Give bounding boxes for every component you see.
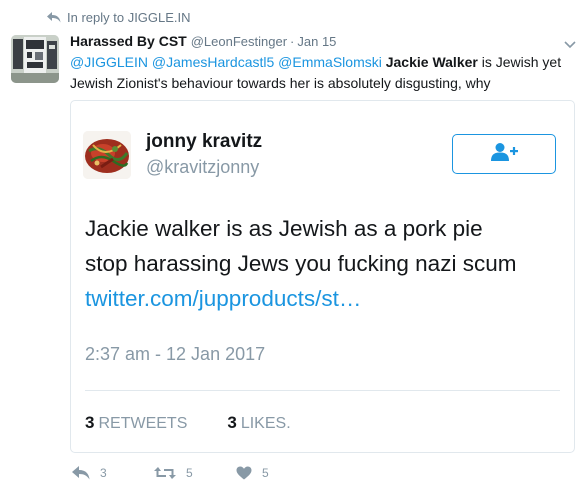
quoted-text-line: Jackie walker is as Jewish as a pork pie (85, 216, 483, 241)
separator: · (290, 34, 295, 49)
add-user-icon (489, 142, 519, 167)
author-name[interactable]: Harassed By CST (70, 33, 187, 49)
reply-button[interactable]: 3 (72, 466, 154, 480)
retweet-button[interactable]: 5 (154, 466, 236, 480)
quoted-avatar[interactable] (83, 131, 131, 179)
tweet-text-line1-rest: is Jewish yet (477, 54, 562, 70)
quoted-author-name[interactable]: jonny kravitz (146, 131, 262, 153)
mention-link[interactable]: @EmmaSlomski (278, 54, 382, 70)
retweet-icon (154, 466, 176, 480)
retweets-stat[interactable]: 3 RETWEETS (85, 413, 187, 433)
reply-icon (72, 466, 90, 480)
reply-arrow-icon (47, 12, 61, 23)
quoted-author-handle[interactable]: @kravitzjonny (146, 157, 259, 178)
tweet-text-line2: Jewish Zionist's behaviour towards her i… (70, 75, 491, 91)
tweet-text: @JIGGLEIN @JamesHardcastl5 @EmmaSlomski … (70, 52, 575, 94)
likes-label: LIKES. (240, 415, 291, 432)
quoted-stats: 3 RETWEETS 3 LIKES. (85, 413, 291, 433)
follow-button[interactable] (452, 134, 556, 174)
quoted-tweet-text: Jackie walker is as Jewish as a pork pie… (85, 211, 565, 316)
reply-context[interactable]: In reply to JIGGLE.IN (47, 10, 191, 25)
like-button[interactable]: 5 (236, 466, 318, 480)
reply-count: 3 (100, 466, 107, 480)
quoted-tweet-link[interactable]: twitter.com/jupproducts/st… (85, 281, 565, 316)
likes-count: 3 (227, 413, 237, 432)
tweet-actions: 3 5 5 (72, 466, 318, 480)
highlighted-name: Jackie Walker (385, 54, 478, 70)
mention-link[interactable]: @JIGGLEIN (70, 54, 148, 70)
reply-context-label[interactable]: In reply to JIGGLE.IN (67, 10, 191, 25)
heart-icon (236, 466, 252, 480)
retweet-count: 5 (186, 466, 193, 480)
divider (85, 390, 560, 391)
likes-stat[interactable]: 3 LIKES. (227, 413, 290, 433)
retweets-label: RETWEETS (98, 415, 188, 432)
quoted-tweet-card[interactable]: jonny kravitz @kravitzjonny Jackie walke… (70, 100, 575, 453)
tweet-header: Harassed By CST @LeonFestinger · Jan 15 (70, 33, 570, 49)
avatar[interactable] (11, 35, 59, 83)
tweet-timestamp[interactable]: Jan 15 (297, 34, 336, 49)
quoted-timestamp[interactable]: 2:37 am - 12 Jan 2017 (85, 344, 265, 365)
quoted-text-line: stop harassing Jews you fucking nazi scu… (85, 251, 517, 276)
author-handle[interactable]: @LeonFestinger (191, 34, 287, 49)
mention-link[interactable]: @JamesHardcastl5 (152, 54, 274, 70)
like-count: 5 (262, 466, 269, 480)
retweets-count: 3 (85, 413, 95, 432)
